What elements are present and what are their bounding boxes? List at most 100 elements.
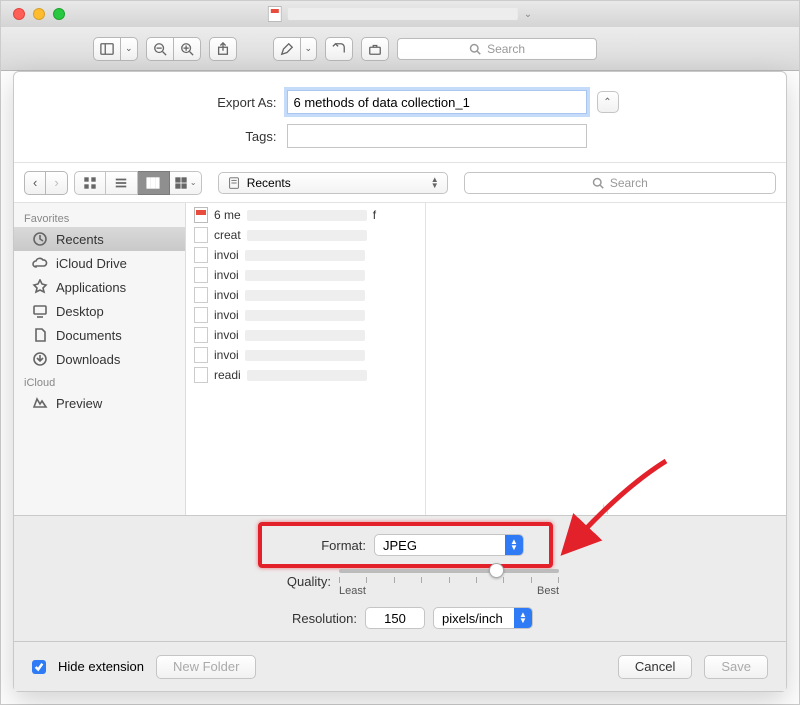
title-redacted [288, 8, 518, 20]
file-name-fragment: invoi [214, 288, 239, 302]
file-name-fragment: invoi [214, 308, 239, 322]
select-arrows-icon: ▲▼ [505, 535, 523, 555]
sidebar-item-label: iCloud Drive [56, 256, 127, 271]
resolution-unit-select[interactable]: pixels/inch ▲▼ [433, 607, 533, 629]
resolution-input[interactable] [365, 607, 425, 629]
sidebar-menu-button[interactable]: ⌄ [120, 37, 138, 61]
file-icon [194, 267, 208, 283]
file-column[interactable]: 6 mefcreatinvoiinvoiinvoiinvoiinvoiinvoi… [186, 203, 426, 515]
cancel-button[interactable]: Cancel [618, 655, 692, 679]
apps-icon [32, 279, 48, 295]
format-select[interactable]: JPEG ▲▼ [374, 534, 524, 556]
format-panel: Format: JPEG ▲▼ Quality: Least Best Reso… [14, 515, 786, 641]
file-icon [194, 227, 208, 243]
tags-label: Tags: [182, 129, 277, 144]
file-row[interactable]: invoi [186, 245, 425, 265]
markup-button[interactable] [273, 37, 300, 61]
redacted-text [247, 370, 367, 381]
sidebar-toggle-button[interactable] [93, 37, 120, 61]
sidebar-item-label: Preview [56, 396, 102, 411]
redacted-text [245, 250, 365, 261]
file-name-fragment: creat [214, 228, 241, 242]
file-row[interactable]: invoi [186, 345, 425, 365]
quality-slider[interactable] [339, 569, 559, 573]
file-row[interactable]: invoi [186, 285, 425, 305]
save-button[interactable]: Save [704, 655, 768, 679]
resolution-unit-value: pixels/inch [442, 611, 503, 626]
browser-search-field[interactable]: Search [464, 172, 776, 194]
app-toolbar: ⌄ ⌄ Search [1, 27, 799, 71]
cloud-icon [32, 255, 48, 271]
redacted-text [245, 310, 365, 321]
hide-extension-checkbox[interactable] [32, 660, 46, 674]
title-chevron-icon[interactable]: ⌄ [524, 9, 532, 20]
sidebar-item-icloud-drive[interactable]: iCloud Drive [14, 251, 185, 275]
close-window-button[interactable] [13, 8, 25, 20]
up-down-chevron-icon: ▲▼ [431, 177, 439, 189]
slider-knob[interactable] [489, 563, 504, 578]
hide-extension-label: Hide extension [58, 659, 144, 674]
export-as-input[interactable] [287, 90, 587, 114]
sidebar-item-label: Documents [56, 328, 122, 343]
file-row[interactable]: 6 mef [186, 205, 425, 225]
sidebar-item-label: Desktop [56, 304, 104, 319]
zoom-in-button[interactable] [173, 37, 201, 61]
view-mode-group: ⌄ [74, 171, 202, 195]
sidebar-item-applications[interactable]: Applications [14, 275, 185, 299]
file-row[interactable]: creat [186, 225, 425, 245]
tags-input[interactable] [287, 124, 587, 148]
toolbox-button[interactable] [361, 37, 389, 61]
file-row[interactable]: readi [186, 365, 425, 385]
new-folder-button[interactable]: New Folder [156, 655, 256, 679]
preview-icon [32, 395, 48, 411]
redacted-text [245, 350, 365, 361]
pdf-file-icon [194, 207, 208, 223]
sidebar-item-recents[interactable]: Recents [14, 227, 185, 251]
location-popup[interactable]: Recents ▲▼ [218, 172, 448, 194]
toolbar-search-field[interactable]: Search [397, 38, 597, 60]
download-icon [32, 351, 48, 367]
sidebar-item-preview[interactable]: Preview [14, 391, 185, 415]
file-row[interactable]: invoi [186, 325, 425, 345]
view-list-button[interactable] [106, 171, 138, 195]
share-button[interactable] [209, 37, 237, 61]
view-icons-button[interactable] [74, 171, 106, 195]
file-row[interactable]: invoi [186, 305, 425, 325]
annotation-arrow-icon [556, 456, 676, 556]
markup-menu-button[interactable]: ⌄ [300, 37, 318, 61]
view-columns-button[interactable] [138, 171, 170, 195]
file-name-fragment: readi [214, 368, 241, 382]
file-icon [194, 247, 208, 263]
file-name-fragment: invoi [214, 268, 239, 282]
location-label: Recents [247, 176, 291, 190]
sheet-bottom-bar: Hide extension New Folder Cancel Save [14, 641, 786, 691]
file-row[interactable]: invoi [186, 265, 425, 285]
sidebar-item-downloads[interactable]: Downloads [14, 347, 185, 371]
redacted-text [245, 290, 365, 301]
rotate-button[interactable] [325, 37, 353, 61]
zoom-window-button[interactable] [53, 8, 65, 20]
expand-collapse-button[interactable]: ⌃ [597, 91, 619, 113]
zoom-out-button[interactable] [146, 37, 173, 61]
browser-search-placeholder: Search [610, 176, 648, 190]
forward-button[interactable]: › [45, 171, 67, 195]
quality-label: Quality: [241, 574, 331, 589]
window-titlebar: ⌄ [1, 1, 799, 27]
minimize-window-button[interactable] [33, 8, 45, 20]
desktop-icon [32, 303, 48, 319]
format-value: JPEG [383, 538, 417, 553]
redacted-text [247, 230, 367, 241]
sidebar-item-label: Recents [56, 232, 104, 247]
redacted-text [245, 270, 365, 281]
view-gallery-button[interactable]: ⌄ [170, 171, 202, 195]
sidebar-header-icloud: iCloud [14, 371, 185, 391]
sidebar-item-documents[interactable]: Documents [14, 323, 185, 347]
export-as-label: Export As: [182, 95, 277, 110]
sidebar-item-label: Downloads [56, 352, 120, 367]
browser-toolbar: ‹ › ⌄ Recents ▲▼ Search [14, 163, 786, 203]
file-icon [194, 367, 208, 383]
sidebar-item-desktop[interactable]: Desktop [14, 299, 185, 323]
quality-least-label: Least [339, 585, 366, 597]
sidebar-item-label: Applications [56, 280, 126, 295]
back-button[interactable]: ‹ [24, 171, 45, 195]
